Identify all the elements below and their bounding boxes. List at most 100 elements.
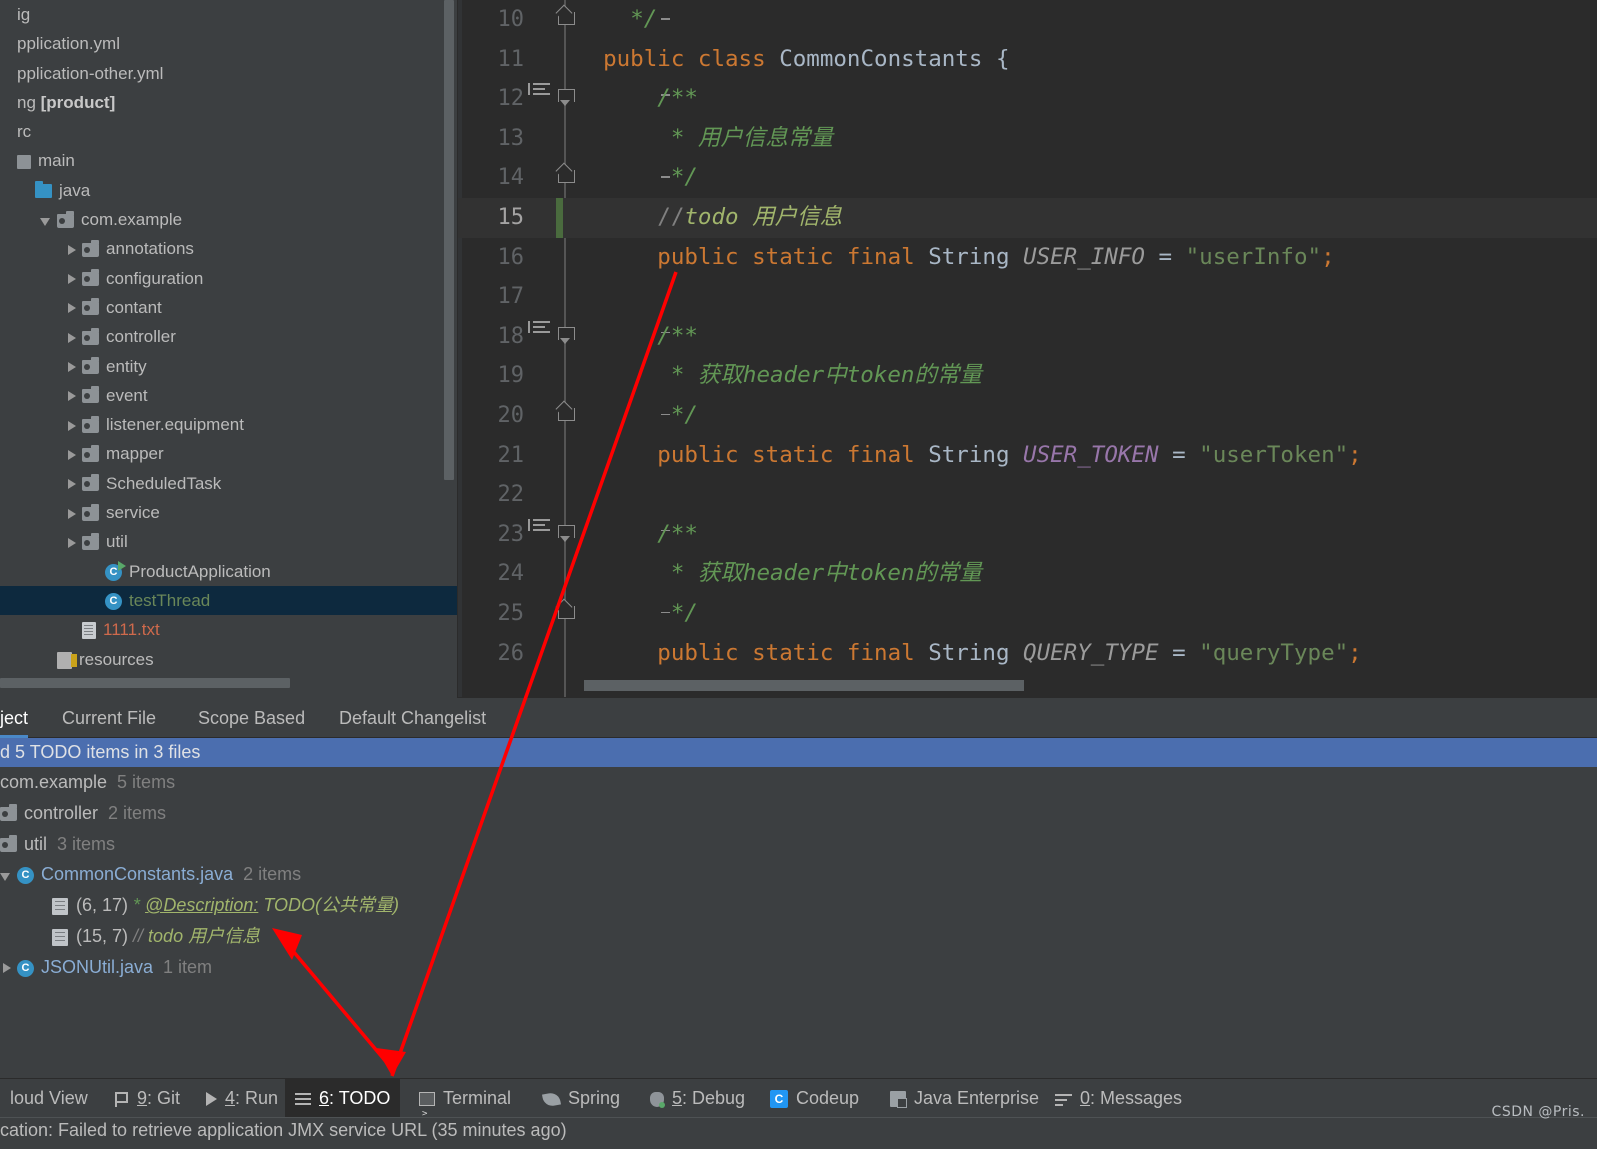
todo-scope-tab[interactable]: Scope Based [198,698,305,738]
tool-window-button[interactable]: loud View [0,1079,98,1118]
tool-window-bar[interactable]: loud View9: Git4: Run6: TODOTerminal Spri… [0,1078,1597,1134]
project-tree-item[interactable]: ig [0,0,458,29]
code-editor[interactable]: 10 */11 public class CommonConstants {12… [458,0,1597,698]
editor-line[interactable]: 21 public static final String USER_TOKEN… [458,436,1597,476]
editor-line[interactable]: 15 //todo 用户信息 [458,197,1597,238]
chevron-right-icon[interactable] [65,448,78,461]
editor-line[interactable]: 16 public static final String USER_INFO … [458,238,1597,278]
fold-collapse-icon[interactable] [558,524,670,544]
chevron-right-icon[interactable] [65,243,78,256]
project-tree-horizontal-scrollbar[interactable] [0,678,290,688]
tool-window-button[interactable]: 9: Git [105,1079,190,1118]
project-tree-item[interactable]: service [0,498,458,527]
chevron-right-icon[interactable] [65,536,78,549]
chevron-right-icon[interactable] [65,419,78,432]
editor-line[interactable]: 11 public class CommonConstants { [458,40,1597,80]
project-tree-item[interactable]: rc [0,117,458,146]
fold-collapse-icon[interactable] [558,89,670,108]
chevron-right-icon[interactable] [0,962,13,975]
editor-line[interactable]: 17 [458,277,1597,317]
fold-region-end-icon[interactable] [558,9,670,25]
project-tree-item[interactable]: pplication-other.yml [0,59,458,88]
project-tree-item[interactable]: CtestThread [0,585,458,616]
editor-line[interactable]: 25 */ [458,594,1597,634]
fold-region-end-icon[interactable] [558,167,670,184]
todo-tree-item[interactable]: C CommonConstants.java 2 items [0,859,301,890]
tool-window-button[interactable]: 5: Debug [640,1079,755,1118]
project-tree-item[interactable]: ng [product] [0,88,458,117]
chevron-right-icon[interactable] [65,507,78,520]
project-tree-item[interactable]: com.example [0,205,458,234]
chevron-right-icon[interactable] [65,390,78,403]
todo-tree-item[interactable]: com.example 5 items [0,767,175,798]
editor-line[interactable]: 20 */ [458,396,1597,436]
chevron-right-icon[interactable] [65,331,78,344]
editor-line[interactable]: 18 /** [458,317,1597,357]
project-tree-item[interactable]: annotations [0,234,458,263]
project-tree-vertical-scrollbar[interactable] [444,0,454,480]
editor-line[interactable]: 13 * 用户信息常量 [458,119,1597,159]
chevron-down-icon[interactable] [0,869,13,882]
project-tree-item[interactable]: pplication.yml [0,29,458,58]
chevron-right-icon[interactable] [65,361,78,374]
tool-window-button[interactable]: Spring [533,1079,630,1118]
project-tree-item[interactable]: event [0,381,458,410]
annotation-gutter-icon[interactable] [528,79,550,97]
editor-line[interactable]: 23 /** [458,515,1597,555]
editor-line[interactable]: 22 [458,475,1597,515]
todo-scope-tab[interactable]: Current File [62,698,156,738]
editor-line[interactable]: 12 /** [458,79,1597,119]
tool-window-button[interactable]: 0: Messages [1045,1079,1192,1118]
todo-tree-item[interactable]: (6, 17) * @Description: TODO(公共常量) [52,890,399,921]
chevron-right-icon[interactable] [65,302,78,315]
todo-scope-tab[interactable]: Default Changelist [339,698,486,738]
chevron-down-icon[interactable] [40,214,53,227]
todo-scope-tabs[interactable]: ject Current File Scope Based Default Chang… [0,698,1597,738]
fold-region-end-icon[interactable] [558,405,670,421]
editor-line[interactable]: 19 * 获取header中token的常量 [458,356,1597,396]
project-tree-item[interactable]: listener.equipment [0,410,458,439]
project-tree-item[interactable]: C ProductApplication [0,557,458,586]
chevron-right-icon[interactable] [65,478,78,491]
codeup-icon [770,1090,788,1109]
project-tree-panel[interactable]: ig pplication.yml pplication-other.yml ng [… [0,0,458,698]
tool-window-button[interactable]: Terminal [409,1079,521,1134]
fold-region-end-icon[interactable] [558,603,670,619]
tool-window-button[interactable]: 6: TODO [285,1079,401,1118]
editor-line[interactable]: 24 * 获取header中token的常量 [458,554,1597,594]
editor-line[interactable]: 14 */ [458,158,1597,198]
todo-tree-item[interactable]: C JSONUtil.java 1 item [0,952,212,983]
editor-code-text: public static final String QUERY_TYPE = … [657,639,1362,666]
project-tree-item[interactable]: main [0,146,458,175]
todo-tool-window[interactable]: ject Current File Scope Based Default Chang… [0,698,1597,1070]
tool-window-button[interactable]: Codeup [760,1079,869,1118]
annotation-gutter-icon[interactable] [528,515,550,533]
editor-line[interactable]: 26 public static final String QUERY_TYPE… [458,634,1597,674]
line-number: 13 [497,125,525,151]
editor-code-text: */ [670,401,698,428]
tool-window-mnemonic: 0 [1080,1088,1091,1108]
todo-tree-item[interactable]: controller 2 items [0,798,166,829]
tool-window-button[interactable]: 4: Run [196,1079,288,1118]
editor-horizontal-scrollbar[interactable] [584,680,1024,691]
tool-window-button[interactable]: Java Enterprise [880,1079,1049,1118]
fold-collapse-icon[interactable] [558,326,670,346]
todo-tree-item[interactable]: util 3 items [0,829,115,860]
project-tree-item[interactable]: ScheduledTask [0,469,458,498]
editor-code-text: */ [670,599,698,626]
project-tree-item[interactable]: mapper [0,439,458,468]
chevron-right-icon[interactable] [65,273,78,286]
project-tree-item[interactable]: resources [0,645,458,674]
project-tree-item[interactable]: configuration [0,264,458,293]
project-tree-item[interactable]: util [0,527,458,556]
project-tree-item[interactable]: java [0,176,458,205]
project-tree-item[interactable]: entity [0,352,458,381]
todo-scope-tab[interactable]: ject [0,698,29,738]
editor-line[interactable]: 10 */ [458,0,1597,40]
project-tree-item[interactable]: controller [0,322,458,351]
annotation-gutter-icon[interactable] [528,317,550,335]
project-tree-item[interactable]: contant [0,293,458,322]
project-tree-item[interactable]: 1111.txt [0,615,458,644]
tool-window-mnemonic: 9 [137,1088,148,1108]
todo-tree-item[interactable]: (15, 7) // todo 用户信息 [52,921,260,952]
